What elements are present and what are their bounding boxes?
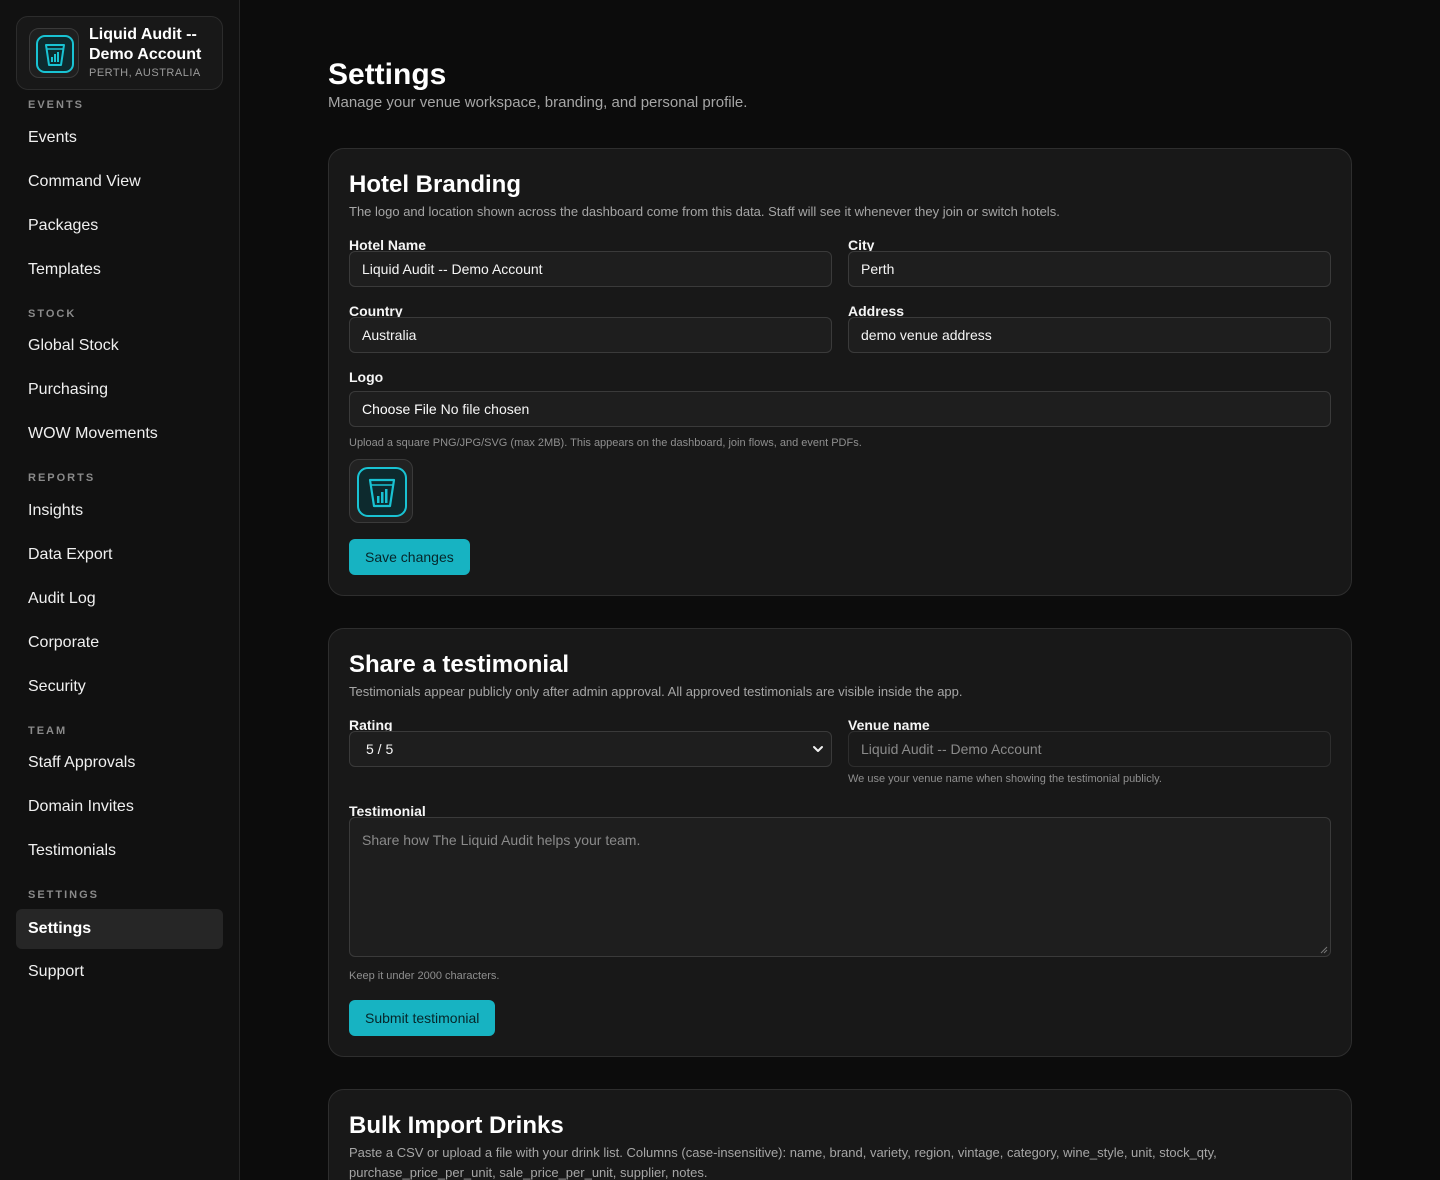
bulk-import-description-line1: Paste a CSV or upload a file with your d… xyxy=(349,1145,1217,1160)
testimonial-card: Share a testimonial Testimonials appear … xyxy=(328,628,1352,1057)
branding-description: The logo and location shown across the d… xyxy=(349,204,1060,219)
sidebar-item-command-view[interactable]: Command View xyxy=(16,162,223,202)
sidebar-item-audit-log[interactable]: Audit Log xyxy=(16,579,223,619)
nav-section-events: EVENTS xyxy=(28,99,85,111)
nav-section-reports: REPORTS xyxy=(28,472,96,484)
sidebar-item-corporate[interactable]: Corporate xyxy=(16,623,223,663)
sidebar: Liquid Audit -- Demo Account PERTH, AUST… xyxy=(0,0,240,1180)
hotel-name-input[interactable]: Liquid Audit -- Demo Account xyxy=(349,251,832,287)
branding-title: Hotel Branding xyxy=(349,171,521,198)
choose-file-button[interactable]: Choose File xyxy=(362,401,437,417)
submit-testimonial-button[interactable]: Submit testimonial xyxy=(349,1000,496,1036)
glass-chart-icon xyxy=(29,28,79,78)
sidebar-item-events[interactable]: Events xyxy=(16,118,223,158)
venue-name-hint: We use your venue name when showing the … xyxy=(848,773,1162,785)
resize-grip-icon[interactable] xyxy=(1320,946,1328,954)
glass-chart-icon xyxy=(357,467,407,517)
sidebar-item-staff-approvals[interactable]: Staff Approvals xyxy=(16,743,223,783)
nav-section-stock: STOCK xyxy=(28,308,77,320)
sidebar-item-insights[interactable]: Insights xyxy=(16,491,223,531)
country-input[interactable]: Australia xyxy=(349,317,832,353)
brand-card[interactable]: Liquid Audit -- Demo Account PERTH, AUST… xyxy=(16,16,223,90)
chevron-down-icon xyxy=(813,746,823,752)
logo-preview xyxy=(349,459,413,523)
sidebar-item-wow-movements[interactable]: WOW Movements xyxy=(16,414,223,454)
nav-section-settings: SETTINGS xyxy=(28,889,100,901)
no-file-text: No file chosen xyxy=(440,401,530,417)
sidebar-item-data-export[interactable]: Data Export xyxy=(16,535,223,575)
page-title: Settings xyxy=(328,58,447,91)
logo-hint: Upload a square PNG/JPG/SVG (max 2MB). T… xyxy=(349,437,862,449)
logo-label: Logo xyxy=(349,369,384,385)
sidebar-item-domain-invites[interactable]: Domain Invites xyxy=(16,787,223,827)
bulk-import-title: Bulk Import Drinks xyxy=(349,1112,564,1139)
nav-section-team: TEAM xyxy=(28,725,68,737)
testimonial-textarea[interactable]: Share how The Liquid Audit helps your te… xyxy=(349,817,1331,957)
testimonial-description: Testimonials appear publicly only after … xyxy=(349,684,963,699)
testimonial-title: Share a testimonial xyxy=(349,651,570,678)
sidebar-item-global-stock[interactable]: Global Stock xyxy=(16,326,223,366)
sidebar-item-packages[interactable]: Packages xyxy=(16,206,223,246)
sidebar-item-testimonials[interactable]: Testimonials xyxy=(16,831,223,871)
rating-select[interactable]: 5 / 5 xyxy=(349,731,832,767)
brand-name: Liquid Audit -- Demo Account xyxy=(89,26,202,63)
testimonial-hint: Keep it under 2000 characters. xyxy=(349,970,500,982)
sidebar-item-settings[interactable]: Settings xyxy=(16,909,223,949)
logo-file-input[interactable]: Choose File No file chosen xyxy=(349,391,1331,427)
testimonial-placeholder: Share how The Liquid Audit helps your te… xyxy=(362,832,641,848)
page-subtitle: Manage your venue workspace, branding, a… xyxy=(328,94,748,111)
brand-location: PERTH, AUSTRALIA xyxy=(89,67,201,79)
venue-name-input[interactable]: Liquid Audit -- Demo Account xyxy=(848,731,1331,767)
bulk-import-card: Bulk Import Drinks Paste a CSV or upload… xyxy=(328,1089,1352,1180)
rating-value: 5 / 5 xyxy=(366,741,394,757)
sidebar-item-templates[interactable]: Templates xyxy=(16,250,223,290)
hotel-branding-card: Hotel Branding The logo and location sho… xyxy=(328,148,1352,596)
address-input[interactable]: demo venue address xyxy=(848,317,1331,353)
sidebar-item-purchasing[interactable]: Purchasing xyxy=(16,370,223,410)
bulk-import-description-line2: purchase_price_per_unit, sale_price_per_… xyxy=(349,1165,708,1180)
sidebar-item-security[interactable]: Security xyxy=(16,667,223,707)
save-changes-button[interactable]: Save changes xyxy=(349,539,470,575)
sidebar-item-support[interactable]: Support xyxy=(16,952,223,992)
city-input[interactable]: Perth xyxy=(848,251,1331,287)
